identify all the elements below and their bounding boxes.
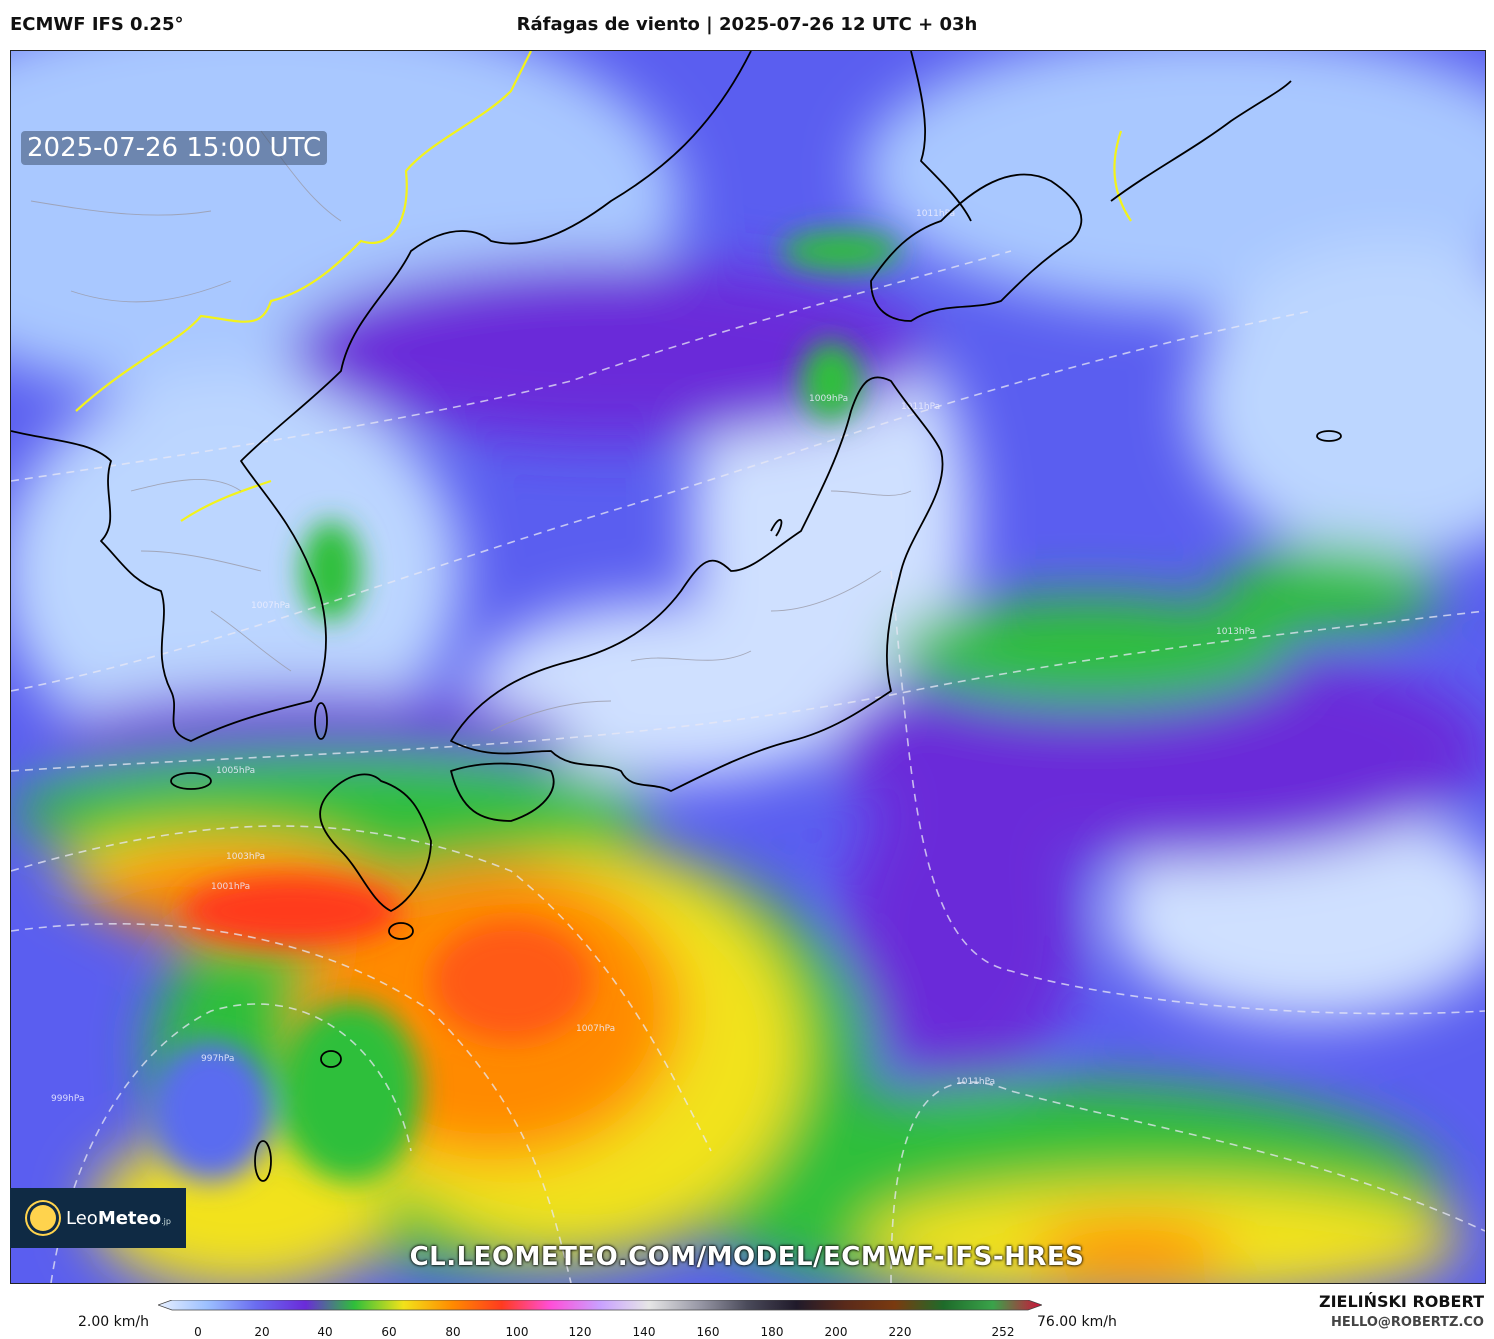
isobar-label: 1011hPa bbox=[956, 1077, 995, 1087]
isobar-label: 1003hPa bbox=[226, 852, 265, 862]
colorbar-tick-label: 200 bbox=[824, 1325, 848, 1339]
colorbar-tick-label: 252 bbox=[991, 1325, 1015, 1339]
watermark-url[interactable]: CL.LEOMETEO.COM/MODEL/ECMWF-IFS-HRES bbox=[0, 1242, 1494, 1272]
author-name: ZIELIŃSKI ROBERT bbox=[1318, 1292, 1484, 1311]
colorbar-tick-label: 80 bbox=[445, 1325, 461, 1339]
isobar-label: 1013hPa bbox=[1216, 627, 1255, 637]
author-credit: ZIELIŃSKI ROBERT HELLO@ROBERTZ.CO bbox=[1319, 1292, 1484, 1330]
colorbar-tick-label: 0 bbox=[194, 1325, 202, 1339]
sun-icon bbox=[30, 1205, 56, 1231]
wind-gust-map: 1013hPa 1011hPa 1011hPa 1009hPa 1007hPa … bbox=[10, 50, 1486, 1284]
colorbar-tick-label: 20 bbox=[254, 1325, 270, 1339]
author-email[interactable]: HELLO@ROBERTZ.CO bbox=[1319, 1315, 1484, 1330]
isobar-label: 997hPa bbox=[201, 1054, 234, 1064]
isobar-label: 999hPa bbox=[51, 1094, 84, 1104]
isobar-label: 1005hPa bbox=[216, 766, 255, 776]
colorbar-max-label: 76.00 km/h bbox=[1037, 1314, 1117, 1330]
colorbar-tick-label: 100 bbox=[505, 1325, 529, 1339]
colorbar-tick-label: 40 bbox=[317, 1325, 333, 1339]
colorbar-tick-label: 60 bbox=[381, 1325, 397, 1339]
colorbar-tick-label: 120 bbox=[568, 1325, 592, 1339]
isobar-label: 1009hPa bbox=[809, 394, 848, 404]
colorbar-min-label: 2.00 km/h bbox=[78, 1314, 149, 1330]
logo-text: LeoMeteo.jp bbox=[66, 1207, 171, 1229]
colorbar-tick-label: 160 bbox=[696, 1325, 720, 1339]
isobar-label: 1001hPa bbox=[211, 882, 250, 892]
colorbar-tick-label: 140 bbox=[632, 1325, 656, 1339]
isobar-label: 1007hPa bbox=[251, 601, 290, 611]
valid-time-stamp: 2025-07-26 15:00 UTC bbox=[21, 131, 328, 165]
isobar-label: 1007hPa bbox=[576, 1024, 615, 1034]
leometeo-logo: LeoMeteo.jp bbox=[10, 1188, 186, 1248]
colorbar bbox=[158, 1300, 1042, 1311]
colorbar-tick-label: 180 bbox=[760, 1325, 784, 1339]
colorbar-tick-label: 220 bbox=[888, 1325, 912, 1339]
map-canvas: 1013hPa 1011hPa 1011hPa 1009hPa 1007hPa … bbox=[11, 51, 1485, 1283]
map-title: Ráfagas de viento | 2025-07-26 12 UTC + … bbox=[516, 14, 978, 35]
